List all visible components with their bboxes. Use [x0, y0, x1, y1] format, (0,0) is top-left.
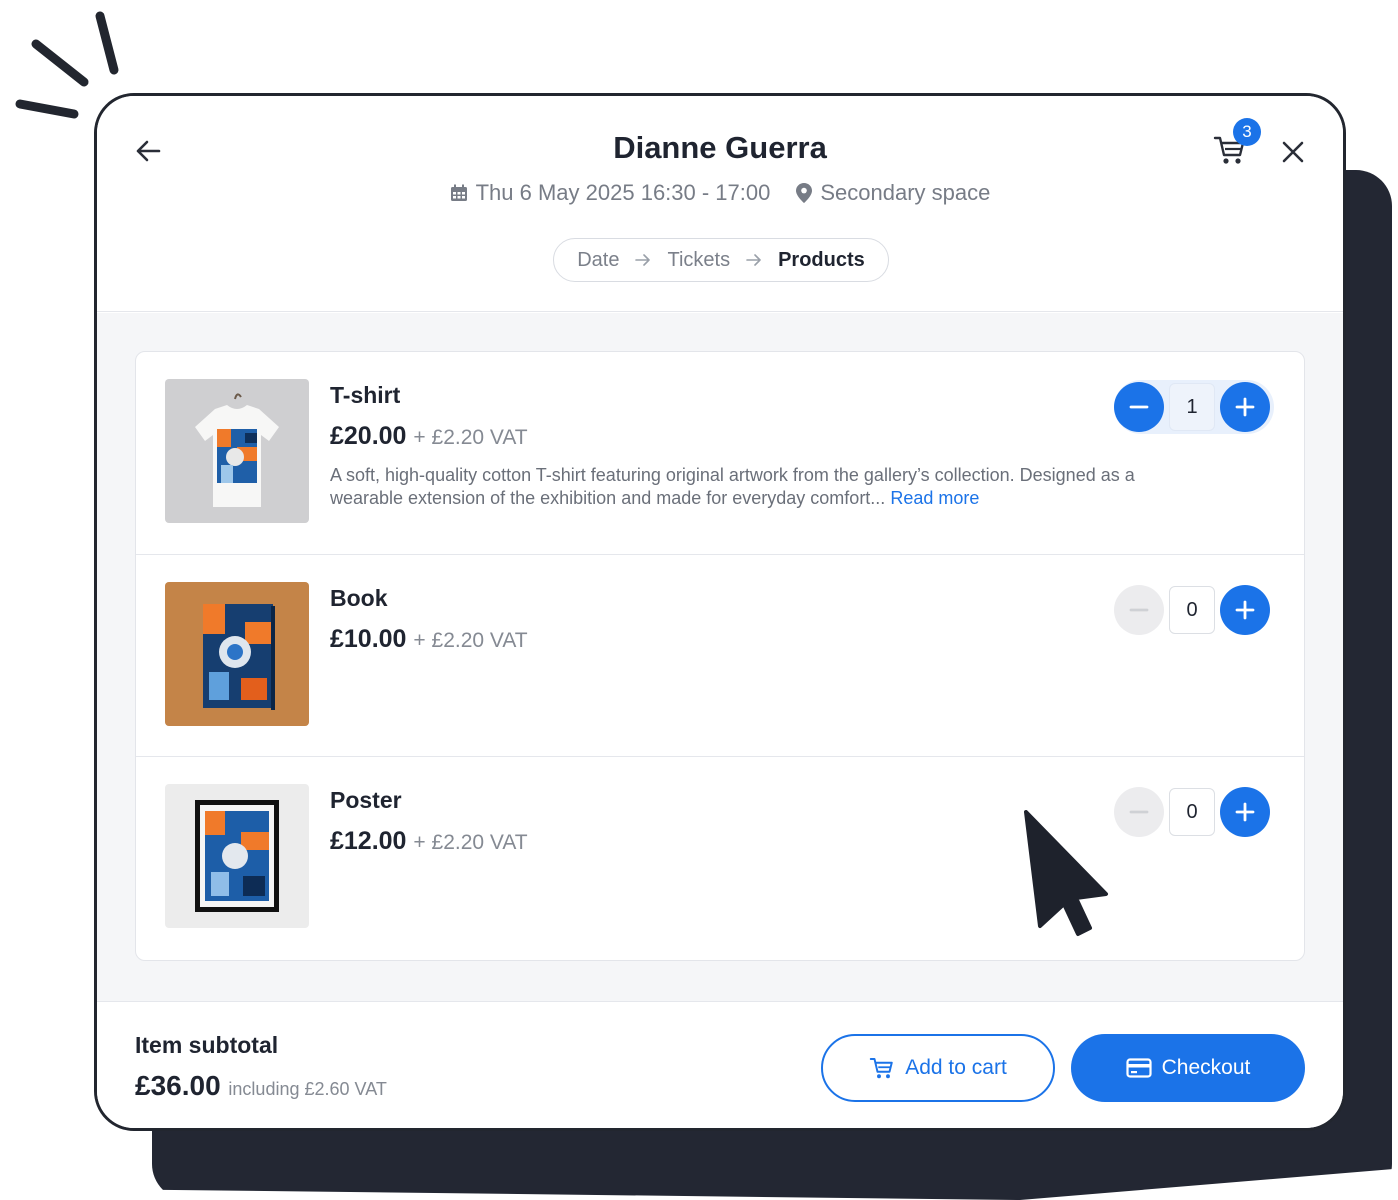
event-location-text: Secondary space: [820, 180, 991, 205]
decrease-quantity-button[interactable]: [1114, 787, 1164, 837]
product-list: T-shirt £20.00 + £2.20 VAT A soft, high-…: [135, 351, 1305, 961]
read-more-link[interactable]: Read more: [890, 488, 979, 508]
product-item-tshirt: T-shirt £20.00 + £2.20 VAT A soft, high-…: [136, 352, 1304, 554]
event-datetime: Thu 6 May 2025 16:30 - 17:00: [450, 180, 771, 206]
product-list-area: T-shirt £20.00 + £2.20 VAT A soft, high-…: [97, 313, 1343, 1001]
checkout-label: Checkout: [1161, 1056, 1251, 1079]
subtotal-vat: including £2.60 VAT: [228, 1079, 387, 1099]
minus-icon: [1129, 608, 1149, 612]
product-price: £12.00: [330, 827, 407, 855]
quantity-value[interactable]: 1: [1169, 383, 1215, 431]
breadcrumb: Date Tickets Products: [553, 238, 889, 282]
quantity-stepper: 1: [1114, 380, 1274, 434]
event-location: Secondary space: [796, 180, 990, 206]
product-name: Poster: [330, 787, 402, 813]
arrow-right-icon: [746, 254, 761, 266]
product-price: £20.00: [330, 422, 407, 450]
cart-count-badge: 3: [1233, 118, 1261, 146]
cart-icon: [869, 1058, 893, 1079]
product-name: T-shirt: [330, 382, 401, 408]
product-description: A soft, high-quality cotton T-shirt feat…: [330, 464, 1190, 510]
step-tickets[interactable]: Tickets: [667, 249, 730, 272]
subtotal-label: Item subtotal: [135, 1032, 279, 1058]
product-vat: + £2.20 VAT: [413, 629, 528, 652]
close-icon: [1282, 141, 1304, 163]
close-button[interactable]: [1277, 136, 1309, 168]
quantity-stepper: 0: [1114, 785, 1274, 839]
page-title: Dianne Guerra: [613, 130, 827, 165]
event-datetime-text: Thu 6 May 2025 16:30 - 17:00: [475, 180, 771, 205]
mouse-pointer-icon: [1024, 810, 1108, 936]
minus-icon: [1129, 405, 1149, 409]
modal-footer: Item subtotal £36.00 including £2.60 VAT…: [97, 1001, 1343, 1128]
subtotal-value: £36.00: [135, 1070, 221, 1101]
product-item-book: Book £10.00 + £2.20 VAT 0: [136, 554, 1304, 756]
plus-icon: [1235, 397, 1255, 417]
poster-image: [165, 784, 309, 928]
tshirt-image: [165, 379, 309, 523]
minus-icon: [1129, 810, 1149, 814]
product-price-line: £20.00 + £2.20 VAT: [330, 422, 528, 451]
product-price-line: £10.00 + £2.20 VAT: [330, 625, 528, 654]
increase-quantity-button[interactable]: [1220, 382, 1270, 432]
product-name: Book: [330, 585, 388, 611]
event-meta: Thu 6 May 2025 16:30 - 17:00 Secondary s…: [97, 180, 1343, 206]
subtotal-line: £36.00 including £2.60 VAT: [135, 1070, 387, 1102]
product-item-poster: Poster £12.00 + £2.20 VAT 0: [136, 756, 1304, 958]
product-description-text: A soft, high-quality cotton T-shirt feat…: [330, 465, 1135, 508]
arrow-right-icon: [635, 254, 651, 266]
quantity-value[interactable]: 0: [1169, 788, 1215, 836]
plus-icon: [1235, 600, 1255, 620]
increase-quantity-button[interactable]: [1220, 787, 1270, 837]
product-price-line: £12.00 + £2.20 VAT: [330, 827, 528, 856]
add-to-cart-button[interactable]: Add to cart: [821, 1034, 1055, 1102]
step-products[interactable]: Products: [778, 249, 865, 272]
modal-header: Dianne Guerra 3 Thu 6 May 2025 16:30 - 1…: [97, 96, 1343, 312]
step-date[interactable]: Date: [577, 249, 619, 272]
plus-icon: [1235, 802, 1255, 822]
add-to-cart-label: Add to cart: [905, 1056, 1007, 1079]
quantity-value[interactable]: 0: [1169, 586, 1215, 634]
product-price: £10.00: [330, 625, 407, 653]
product-vat: + £2.20 VAT: [413, 831, 528, 854]
location-pin-icon: [796, 183, 813, 203]
calendar-icon: [450, 184, 467, 201]
checkout-button[interactable]: Checkout: [1071, 1034, 1305, 1102]
increase-quantity-button[interactable]: [1220, 585, 1270, 635]
credit-card-icon: [1126, 1058, 1152, 1078]
product-vat: + £2.20 VAT: [413, 426, 528, 449]
booking-modal: Dianne Guerra 3 Thu 6 May 2025 16:30 - 1…: [94, 93, 1346, 1131]
decrease-quantity-button[interactable]: [1114, 382, 1164, 432]
book-image: [165, 582, 309, 726]
decrease-quantity-button[interactable]: [1114, 585, 1164, 635]
quantity-stepper: 0: [1114, 583, 1274, 637]
